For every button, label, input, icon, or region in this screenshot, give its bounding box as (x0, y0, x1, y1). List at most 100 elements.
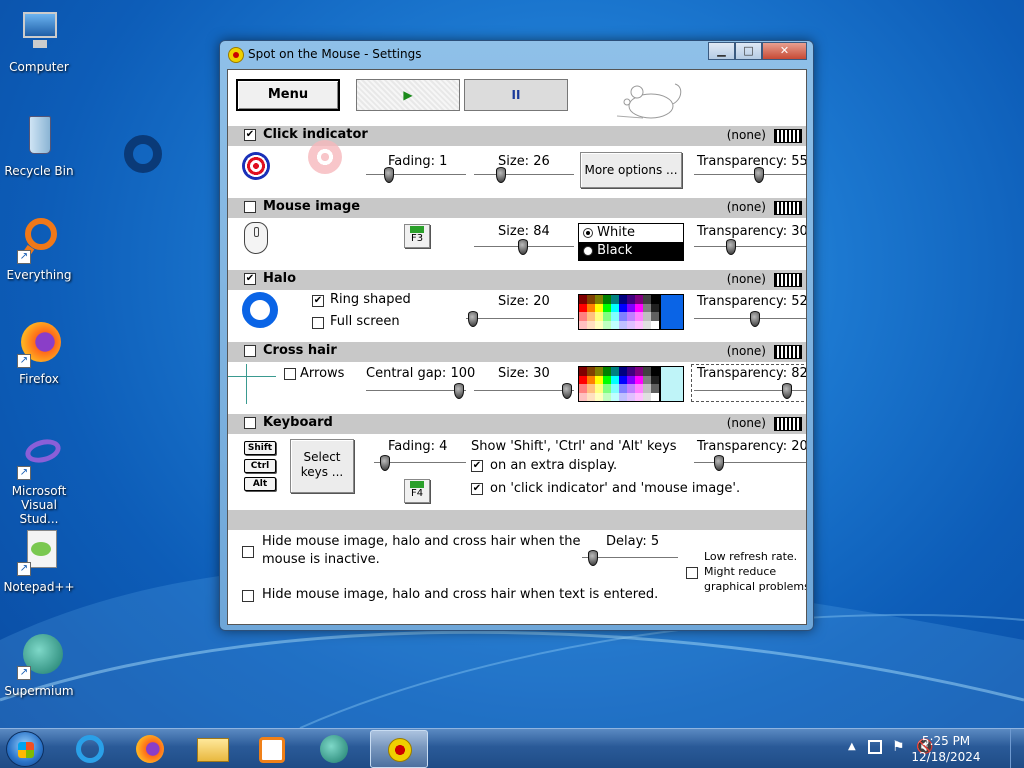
palette-swatch[interactable] (603, 367, 611, 376)
taskbar-explorer[interactable] (184, 730, 242, 768)
palette-swatch[interactable] (587, 367, 595, 376)
palette-swatch[interactable] (595, 295, 603, 304)
palette-swatch[interactable] (603, 375, 611, 384)
hotkey-label[interactable]: (none) (727, 272, 766, 286)
ring-shaped-checkbox[interactable]: ✔ (312, 295, 324, 307)
palette-swatch[interactable] (627, 367, 635, 376)
mouse-image-f3-key[interactable]: F3 (404, 224, 430, 248)
click-transparency-slider[interactable] (694, 167, 806, 183)
mouse-image-checkbox[interactable] (244, 201, 256, 213)
action-center-flag-icon[interactable]: ⚑ (892, 739, 905, 755)
palette-swatch[interactable] (611, 312, 619, 321)
hide-inactive-checkbox[interactable] (242, 546, 254, 558)
maximize-button[interactable]: □ (735, 42, 762, 60)
palette-swatch[interactable] (619, 312, 627, 321)
palette-swatch[interactable] (587, 392, 595, 401)
central-gap-slider[interactable] (366, 383, 466, 399)
palette-swatch[interactable] (643, 375, 651, 384)
taskbar-supermium[interactable] (306, 730, 364, 768)
palette-swatch[interactable] (635, 375, 643, 384)
palette-swatch[interactable] (603, 384, 611, 393)
palette-swatch[interactable] (627, 375, 635, 384)
cross-size-slider[interactable] (474, 383, 574, 399)
mouse-transparency-slider[interactable] (694, 239, 806, 255)
palette-swatch[interactable] (619, 367, 627, 376)
palette-swatch[interactable] (635, 303, 643, 312)
mouse-size-slider[interactable] (474, 239, 574, 255)
click-fading-slider[interactable] (366, 167, 466, 183)
palette-swatch[interactable] (651, 375, 659, 384)
desktop-icon-computer[interactable]: Computer (0, 8, 78, 74)
palette-swatch[interactable] (635, 384, 643, 393)
palette-swatch[interactable] (603, 312, 611, 321)
palette-swatch[interactable] (627, 312, 635, 321)
cross-selected-color-swatch[interactable] (660, 366, 684, 402)
palette-swatch[interactable] (627, 320, 635, 329)
hotkey-label[interactable]: (none) (727, 416, 766, 430)
palette-swatch[interactable] (651, 312, 659, 321)
taskbar-firefox[interactable] (122, 730, 180, 768)
palette-swatch[interactable] (579, 312, 587, 321)
palette-swatch[interactable] (651, 303, 659, 312)
palette-swatch[interactable] (587, 303, 595, 312)
palette-swatch[interactable] (635, 392, 643, 401)
keyboard-icon[interactable] (774, 345, 802, 359)
select-keys-button[interactable]: Select keys ... (290, 439, 354, 493)
palette-swatch[interactable] (627, 384, 635, 393)
delay-slider[interactable] (582, 550, 678, 566)
palette-swatch[interactable] (651, 392, 659, 401)
palette-swatch[interactable] (595, 392, 603, 401)
halo-size-slider[interactable] (466, 311, 574, 327)
hotkey-label[interactable]: (none) (727, 200, 766, 214)
cross-transparency-slider[interactable] (694, 383, 806, 399)
palette-swatch[interactable] (619, 375, 627, 384)
palette-swatch[interactable] (627, 295, 635, 304)
palette-swatch[interactable] (619, 295, 627, 304)
hotkey-label[interactable]: (none) (727, 128, 766, 142)
close-button[interactable]: ✕ (762, 42, 807, 60)
palette-swatch[interactable] (651, 320, 659, 329)
palette-swatch[interactable] (643, 312, 651, 321)
palette-swatch[interactable] (611, 392, 619, 401)
keyboard-icon[interactable] (774, 273, 802, 287)
desktop-icon-everything[interactable]: ↗ Everything (0, 216, 78, 282)
palette-swatch[interactable] (587, 312, 595, 321)
radio-black[interactable] (583, 245, 593, 256)
start-button[interactable] (6, 731, 44, 767)
hotkey-label[interactable]: (none) (727, 344, 766, 358)
click-size-slider[interactable] (474, 167, 574, 183)
palette-swatch[interactable] (595, 320, 603, 329)
palette-swatch[interactable] (643, 384, 651, 393)
palette-swatch[interactable] (603, 320, 611, 329)
full-screen-checkbox[interactable] (312, 317, 324, 329)
palette-swatch[interactable] (579, 320, 587, 329)
palette-swatch[interactable] (587, 384, 595, 393)
cross-color-palette[interactable] (578, 366, 660, 402)
palette-swatch[interactable] (587, 295, 595, 304)
network-icon[interactable] (868, 740, 882, 754)
taskbar-spot-on-the-mouse[interactable] (370, 730, 428, 768)
radio-white-option[interactable]: White (579, 224, 683, 242)
minimize-button[interactable]: ▁ (708, 42, 735, 60)
palette-swatch[interactable] (643, 295, 651, 304)
show-desktop-button[interactable] (1010, 729, 1024, 768)
palette-swatch[interactable] (643, 320, 651, 329)
desktop-icon-recycle-bin[interactable]: Recycle Bin (0, 112, 78, 178)
arrows-checkbox[interactable] (284, 368, 296, 380)
desktop-icon-visual-studio[interactable]: ↗ Microsoft Visual Stud... (0, 432, 78, 526)
palette-swatch[interactable] (635, 367, 643, 376)
click-indicator-checkbox[interactable]: ✔ (244, 129, 256, 141)
palette-swatch[interactable] (643, 367, 651, 376)
palette-swatch[interactable] (595, 303, 603, 312)
keyboard-icon[interactable] (774, 129, 802, 143)
palette-swatch[interactable] (619, 384, 627, 393)
palette-swatch[interactable] (619, 303, 627, 312)
palette-swatch[interactable] (643, 392, 651, 401)
palette-swatch[interactable] (603, 392, 611, 401)
halo-selected-color-swatch[interactable] (660, 294, 684, 330)
more-options-button[interactable]: More options ... (580, 152, 682, 188)
palette-swatch[interactable] (651, 367, 659, 376)
desktop-icon-supermium[interactable]: ↗ Supermium (0, 632, 78, 698)
palette-swatch[interactable] (587, 375, 595, 384)
palette-swatch[interactable] (579, 392, 587, 401)
